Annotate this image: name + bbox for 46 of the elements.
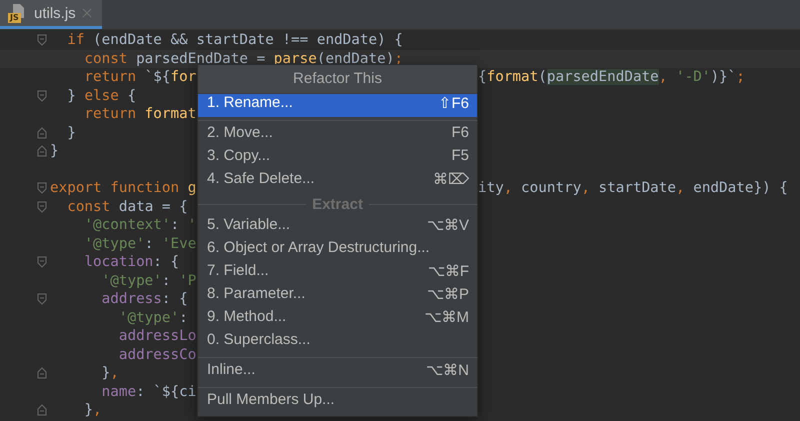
fold-icon[interactable] xyxy=(37,126,47,139)
menu-item[interactable]: 2. Move... F6 xyxy=(198,124,477,147)
code-line: }, xyxy=(83,401,102,420)
code-line: if (endDate && startDate !== endDate) { xyxy=(66,31,403,50)
file-tab[interactable]: JS utils.js xyxy=(0,0,102,29)
close-icon[interactable] xyxy=(82,8,92,18)
code-line: } xyxy=(66,124,76,142)
menu-item[interactable]: 9. Method... ⌥⌘M xyxy=(198,308,477,331)
code-line: const data = { xyxy=(66,198,188,216)
code-line: name: `${ci xyxy=(100,382,196,401)
code-line: } xyxy=(50,142,59,160)
fold-icon[interactable] xyxy=(37,145,47,158)
fold-icon[interactable] xyxy=(37,182,47,194)
code-line: '@context': ' xyxy=(83,216,196,234)
code-line: addressCo xyxy=(118,346,196,364)
menu-item[interactable]: 4. Safe Delete... ⌘⌦ xyxy=(198,170,477,193)
menu-item[interactable]: 8. Parameter... ⌥⌘P xyxy=(198,285,477,308)
fold-icon[interactable] xyxy=(37,367,47,380)
code-line: ity, country, startDate, endDate}) { xyxy=(478,179,788,198)
code-line: '@type': 'Eve xyxy=(83,234,196,253)
fold-icon[interactable] xyxy=(37,200,47,213)
code-line: } else { xyxy=(66,86,136,105)
menu-item[interactable]: 6. Object or Array Destructuring... xyxy=(198,239,477,262)
menu-item[interactable]: 7. Field... ⌥⌘F xyxy=(198,262,477,285)
menu-item[interactable]: Pull Members Up... xyxy=(198,391,477,414)
code-line: location: { xyxy=(83,253,180,272)
menu-item[interactable]: 5. Variable... ⌥⌘V xyxy=(198,216,477,239)
menu-item[interactable]: 1. Rename... ⇧F6 xyxy=(198,94,477,117)
menu-item[interactable]: 0. Superclass... xyxy=(198,331,477,354)
menu-item[interactable]: 3. Copy... F5 xyxy=(198,147,477,170)
code-line: {format(parsedEndDate, '-D')}`; xyxy=(478,68,745,86)
code-line: address: { xyxy=(100,290,188,308)
code-line: '@type': xyxy=(118,308,188,327)
fold-icon[interactable] xyxy=(37,256,47,268)
fold-icon[interactable] xyxy=(37,90,47,102)
fold-icon[interactable] xyxy=(37,293,47,306)
code-line: return format xyxy=(83,105,196,124)
fold-icon[interactable] xyxy=(37,404,47,416)
code-line: }, xyxy=(100,364,119,382)
menu-title: Refactor This xyxy=(198,65,477,93)
menu-item[interactable]: Inline... ⌥⌘N xyxy=(198,361,477,384)
code-line: return `${for xyxy=(83,69,196,85)
code-line: '@type': 'P xyxy=(100,272,196,290)
code-line: addressLo xyxy=(118,327,196,346)
fold-icon[interactable] xyxy=(37,34,47,46)
code-line: export function g xyxy=(50,180,196,196)
